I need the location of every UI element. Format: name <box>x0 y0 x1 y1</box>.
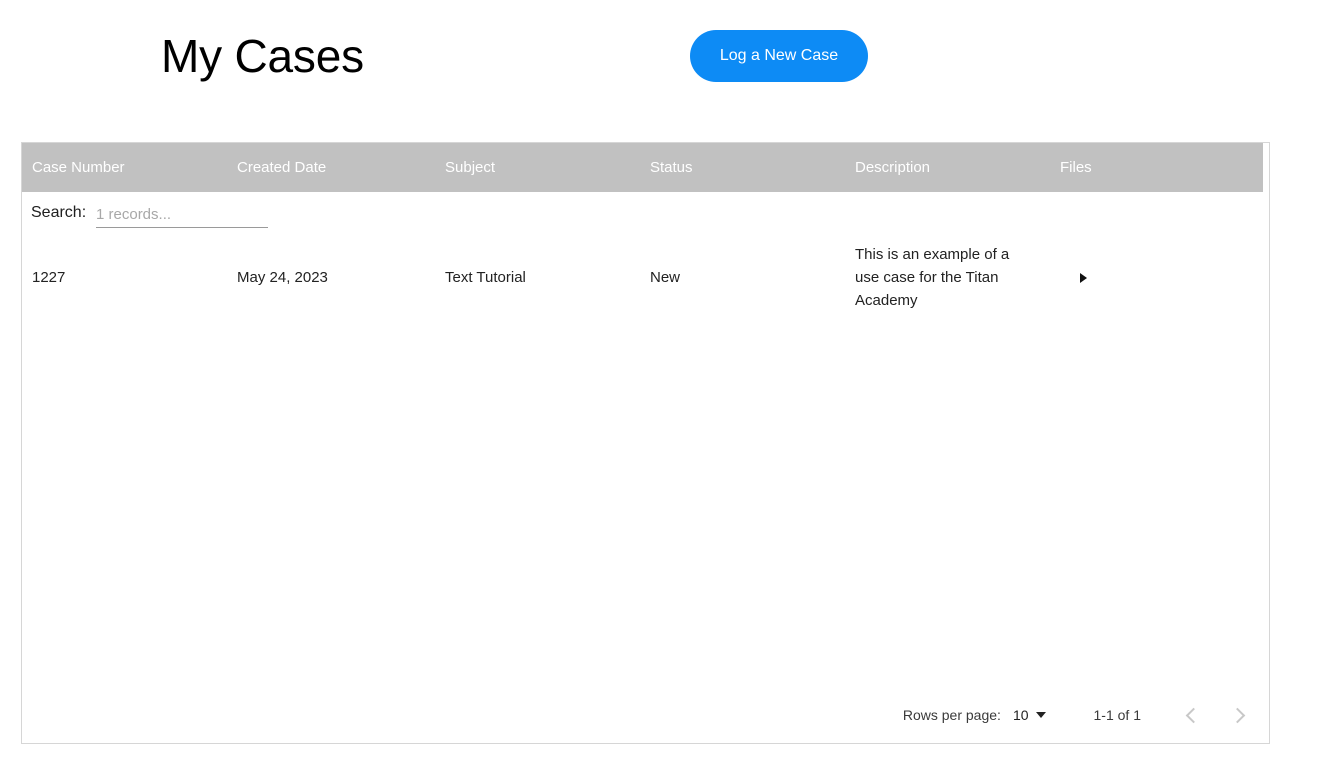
rows-per-page-value: 10 <box>1012 707 1029 723</box>
cases-table-card: Case Number Created Date Subject Status … <box>21 142 1270 744</box>
page-header: My Cases Log a New Case <box>0 0 1330 128</box>
pagination-range-label: 1-1 of 1 <box>1093 707 1141 723</box>
column-header-status[interactable]: Status <box>650 143 693 192</box>
column-header-files[interactable]: Files <box>1060 143 1092 192</box>
cell-description: This is an example of a use case for the… <box>855 246 1010 309</box>
cell-subject: Text Tutorial <box>445 269 526 286</box>
search-row: Search: <box>22 192 1269 238</box>
cell-files <box>1060 266 1180 289</box>
column-header-case-number[interactable]: Case Number <box>32 143 125 192</box>
previous-page-button[interactable] <box>1171 697 1215 733</box>
search-label: Search: <box>31 204 87 221</box>
log-a-new-case-button[interactable]: Log a New Case <box>690 30 868 82</box>
search-input[interactable] <box>96 203 268 228</box>
next-page-button[interactable] <box>1215 697 1259 733</box>
expand-arrow-icon[interactable] <box>1080 273 1087 284</box>
rows-per-page-select[interactable]: 10 <box>1013 707 1046 723</box>
cell-status: New <box>650 269 681 286</box>
column-header-subject[interactable]: Subject <box>445 143 495 192</box>
cell-created-date: May 24, 2023 <box>237 269 328 286</box>
cell-case-number: 1227 <box>32 269 66 286</box>
chevron-right-icon <box>1229 707 1245 723</box>
pagination: Rows per page: 10 1-1 of 1 <box>903 697 1259 733</box>
table-body: 1227 May 24, 2023 Text Tutorial New This… <box>22 239 1263 683</box>
column-header-created-date[interactable]: Created Date <box>237 143 326 192</box>
rows-per-page-label: Rows per page: <box>902 707 1001 723</box>
table-header-row: Case Number Created Date Subject Status … <box>22 143 1263 192</box>
column-header-description[interactable]: Description <box>855 143 930 192</box>
chevron-left-icon <box>1185 707 1201 723</box>
chevron-down-icon <box>1035 712 1046 718</box>
table-row[interactable]: 1227 May 24, 2023 Text Tutorial New This… <box>22 239 1263 325</box>
page-title: My Cases <box>161 30 364 82</box>
